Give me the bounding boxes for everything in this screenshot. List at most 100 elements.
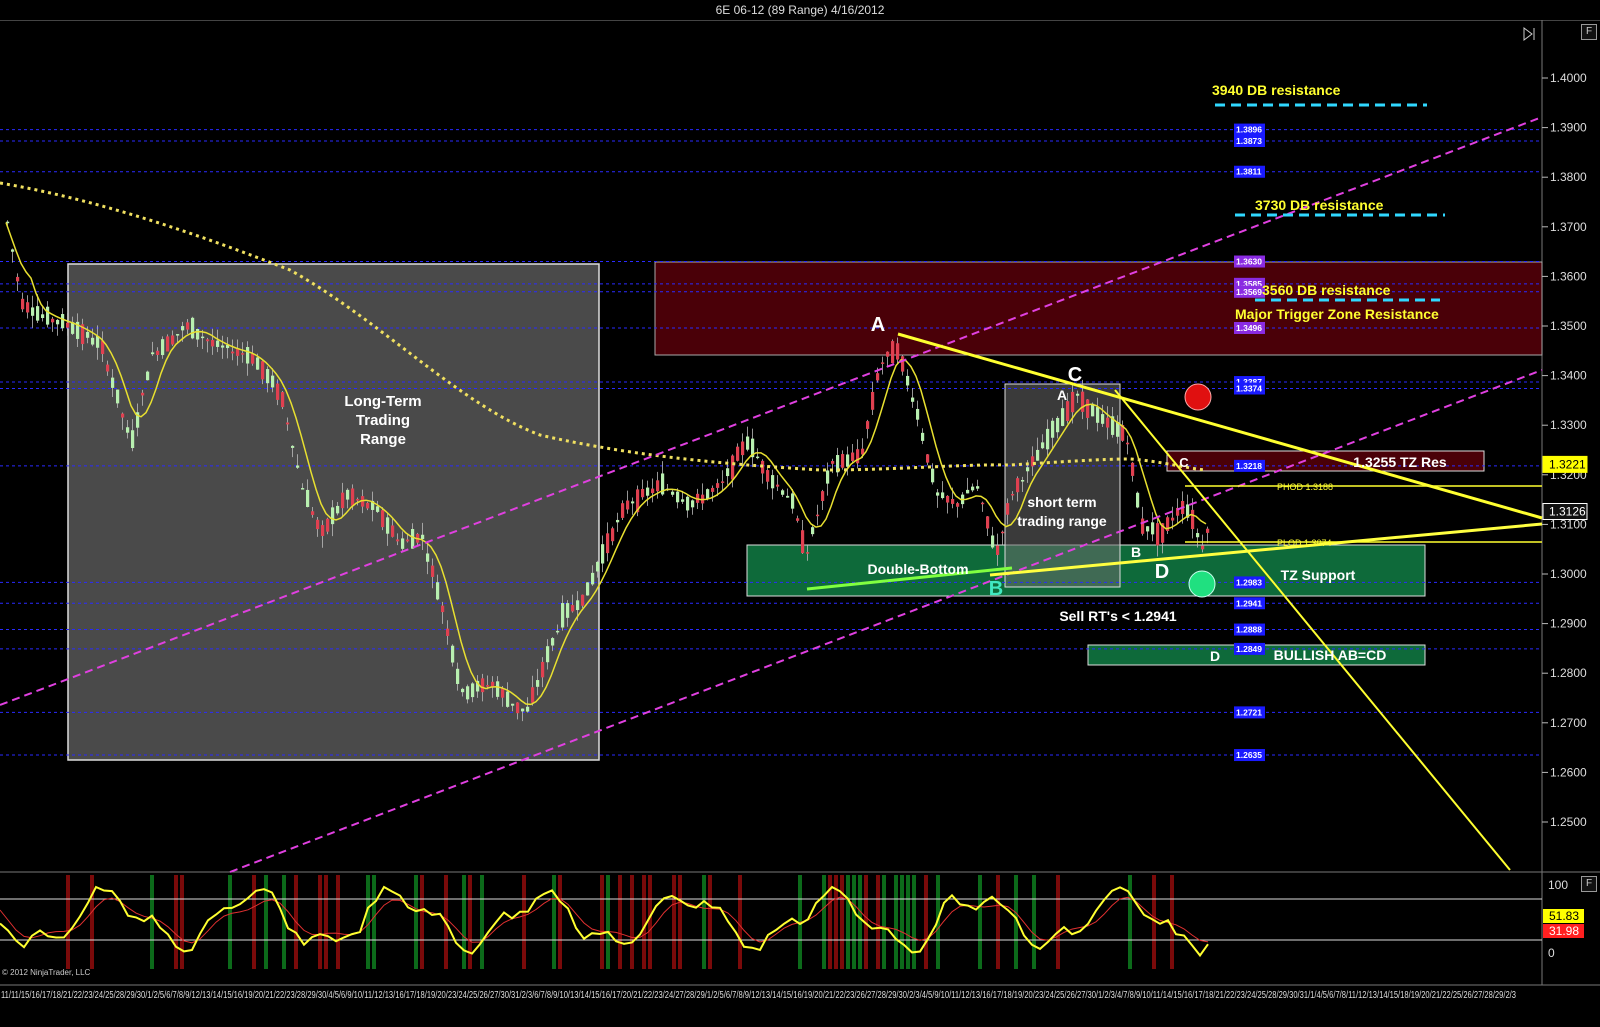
candle-body: [1021, 480, 1025, 482]
candle-body: [216, 340, 220, 347]
level-tag-label: 1.3896: [1236, 125, 1262, 135]
candle-body: [596, 561, 600, 572]
candle-body: [426, 553, 430, 562]
candle-body: [826, 470, 830, 484]
osc-histogram-bar: [414, 875, 418, 969]
candle-body: [1126, 442, 1130, 445]
candle-body: [381, 510, 385, 528]
candle-body: [971, 486, 975, 491]
candle-body: [391, 525, 395, 537]
candle-body: [1001, 531, 1005, 534]
osc-histogram-bar: [852, 875, 856, 969]
candle-body: [976, 486, 980, 489]
price-tick-label: 1.2600: [1550, 765, 1587, 779]
candle-body: [231, 351, 235, 354]
candle-body: [451, 645, 455, 663]
candle-body: [1051, 420, 1055, 438]
candle-body: [1196, 533, 1200, 538]
candle-body: [176, 334, 180, 336]
osc-histogram-bar: [462, 875, 466, 969]
candle-body: [546, 646, 550, 663]
level-tag-label: 1.2888: [1236, 625, 1262, 635]
candle-body: [821, 491, 825, 501]
candle-body: [481, 678, 485, 693]
point-c-small-label: C: [1179, 455, 1189, 470]
bullish-abcd-label: BULLISH AB=CD: [1274, 647, 1387, 663]
candle-body: [841, 454, 845, 468]
candle-body: [131, 430, 135, 449]
candle-body: [246, 347, 250, 364]
osc-histogram-bar: [882, 875, 886, 969]
osc-histogram-bar: [522, 875, 526, 969]
candle-body: [1086, 399, 1090, 418]
candle-body: [946, 495, 950, 503]
candle-body: [236, 348, 240, 356]
candle-body: [646, 487, 650, 496]
osc-histogram-bar: [822, 875, 826, 969]
candle-body: [286, 422, 290, 425]
candle-body: [626, 500, 630, 510]
candle-body: [291, 445, 295, 448]
candle-body: [536, 680, 540, 687]
candle-body: [1016, 478, 1020, 493]
candle-body: [1141, 518, 1145, 534]
candle-body: [156, 350, 160, 355]
candle-body: [921, 432, 925, 441]
candle-body: [901, 356, 905, 372]
candle-body: [676, 491, 680, 503]
osc-histogram-bar: [174, 875, 178, 969]
candle-body: [1036, 449, 1040, 461]
candle-body: [11, 249, 15, 252]
osc-histogram-bar: [648, 875, 652, 969]
level-tag-label: 1.3873: [1236, 136, 1262, 146]
descending-trendline: [897, 332, 1543, 520]
res-3560-label: 3560 DB resistance: [1262, 282, 1391, 298]
candle-body: [326, 518, 330, 532]
current-price-value: 1.3126: [1549, 505, 1586, 519]
candle-body: [896, 343, 900, 360]
candle-body: [1041, 442, 1045, 449]
candle-body: [456, 668, 460, 684]
candle-body: [831, 461, 835, 464]
candle-body: [576, 600, 580, 611]
candle-body: [956, 503, 960, 507]
candle-body: [366, 502, 370, 509]
price-tick-label: 1.3300: [1550, 418, 1587, 432]
chart-canvas[interactable]: 1.38961.38731.38111.36301.35851.35691.34…: [0, 0, 1600, 1027]
buy-signal-dot: [1188, 570, 1216, 598]
candle-body: [766, 470, 770, 482]
candle-body: [591, 572, 595, 585]
candle-body: [526, 706, 530, 712]
long-term-range-label-1: Long-Term: [344, 393, 421, 410]
candle-body: [1096, 407, 1100, 423]
osc-histogram-bar: [600, 875, 604, 969]
candle-body: [531, 687, 535, 703]
candle-body: [866, 421, 870, 429]
candle-body: [941, 492, 945, 499]
candle-body: [16, 276, 20, 282]
candle-body: [151, 352, 155, 355]
osc-histogram-bar: [924, 875, 928, 969]
candle-body: [56, 319, 60, 325]
sell-signal-dot: [1184, 383, 1212, 411]
candle-body: [496, 681, 500, 697]
candle-body: [506, 691, 510, 707]
osc-histogram-bar: [912, 875, 916, 969]
candle-body: [436, 582, 440, 600]
candle-body: [1056, 417, 1060, 433]
candle-body: [931, 468, 935, 483]
candle-body: [206, 339, 210, 342]
candle-body: [681, 499, 685, 502]
osc-histogram-bar: [420, 875, 424, 969]
price-tick-label: 1.3600: [1550, 269, 1587, 283]
candle-body: [691, 500, 695, 508]
candle-body: [1206, 528, 1210, 533]
bar-spacing-icon[interactable]: [1523, 27, 1535, 41]
candle-body: [1066, 401, 1070, 421]
candle-body: [716, 483, 720, 488]
price-tick-label: 1.2700: [1550, 716, 1587, 730]
candle-body: [856, 449, 860, 464]
candle-body: [331, 507, 335, 525]
candle-body: [251, 353, 255, 364]
candle-body: [466, 686, 470, 700]
